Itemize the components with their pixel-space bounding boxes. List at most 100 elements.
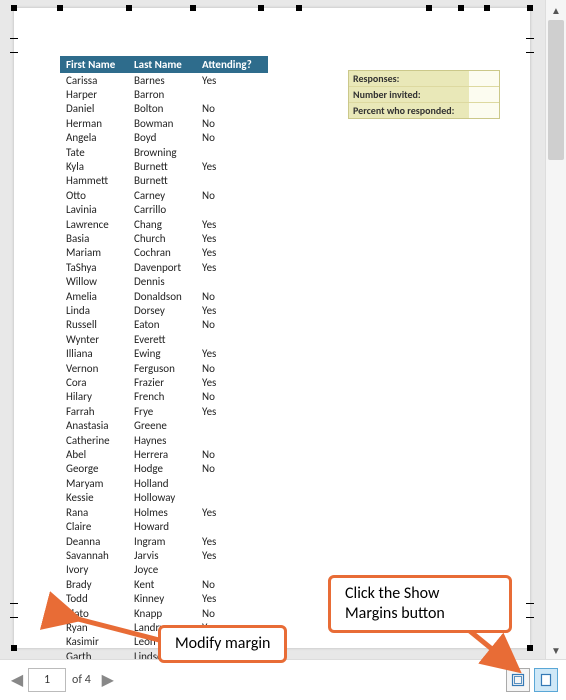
column-handle-top[interactable] xyxy=(458,5,464,11)
margin-handle-corner[interactable] xyxy=(527,645,533,651)
table-row: CoraFrazierYes xyxy=(60,376,268,390)
cell-attending: No xyxy=(196,462,268,476)
data-table-area: First Name Last Name Attending? CarissaB… xyxy=(60,56,268,660)
margin-handle-corner[interactable] xyxy=(11,645,17,651)
column-handle-top[interactable] xyxy=(258,5,264,11)
callout-show-margins: Click the ShowMargins button xyxy=(328,575,512,633)
table-row: HarperBarron xyxy=(60,87,268,101)
arrow-modify-margin xyxy=(64,608,164,648)
cell-last: Haynes xyxy=(128,433,196,447)
table-row: OttoCarneyNo xyxy=(60,188,268,202)
scroll-down-icon[interactable]: ▼ xyxy=(546,640,566,660)
cell-attending: Yes xyxy=(196,592,268,606)
zoom-to-page-button[interactable] xyxy=(534,668,558,692)
next-page-button[interactable]: ▶ xyxy=(97,670,119,690)
cell-attending xyxy=(196,174,268,188)
vertical-scrollbar[interactable]: ▲ ▼ xyxy=(545,0,566,660)
col-header-first: First Name xyxy=(60,56,128,73)
cell-first: Hilary xyxy=(60,390,128,404)
table-row: AmeliaDonaldsonNo xyxy=(60,289,268,303)
table-row: LaviniaCarrillo xyxy=(60,203,268,217)
table-row: CarissaBarnesYes xyxy=(60,73,268,87)
cell-last: Greene xyxy=(128,419,196,433)
table-row: HermanBowmanNo xyxy=(60,116,268,130)
cell-last: Barron xyxy=(128,87,196,101)
col-header-attending: Attending? xyxy=(196,56,268,73)
table-row: VernonFergusonNo xyxy=(60,361,268,375)
scroll-track[interactable] xyxy=(548,20,564,640)
margin-handle-right[interactable] xyxy=(526,38,534,39)
table-row: BradyKentNo xyxy=(60,577,268,591)
margin-handle-top[interactable] xyxy=(57,5,63,11)
table-row: KessieHolloway xyxy=(60,491,268,505)
cell-first: Herman xyxy=(60,116,128,130)
column-handle-top[interactable] xyxy=(296,5,302,11)
margin-handle-corner[interactable] xyxy=(11,5,17,11)
cell-attending: Yes xyxy=(196,304,268,318)
cell-first: Lavinia xyxy=(60,203,128,217)
cell-first: Ivory xyxy=(60,563,128,577)
cell-last: Donaldson xyxy=(128,289,196,303)
cell-attending: Yes xyxy=(196,246,268,260)
table-row: HammettBurnett xyxy=(60,174,268,188)
cell-last: Herrera xyxy=(128,448,196,462)
margin-handle-left[interactable] xyxy=(10,603,18,604)
page-number-input[interactable]: 1 xyxy=(28,668,66,692)
column-handle-top[interactable] xyxy=(426,5,432,11)
margin-handle-left[interactable] xyxy=(10,38,18,39)
table-row: AnastasiaGreene xyxy=(60,419,268,433)
cell-first: Angela xyxy=(60,131,128,145)
cell-attending xyxy=(196,203,268,217)
table-row: DeannaIngramYes xyxy=(60,534,268,548)
cell-first: Willow xyxy=(60,275,128,289)
scroll-up-icon[interactable]: ▲ xyxy=(546,0,566,20)
table-row: TaShyaDavenportYes xyxy=(60,260,268,274)
cell-first: Illiana xyxy=(60,347,128,361)
column-handle-top[interactable] xyxy=(190,5,196,11)
cell-attending: Yes xyxy=(196,217,268,231)
cell-last: Everett xyxy=(128,332,196,346)
margin-handle-right[interactable] xyxy=(526,52,534,53)
cell-first: Todd xyxy=(60,592,128,606)
margin-handle-right[interactable] xyxy=(526,603,534,604)
margin-handle-corner[interactable] xyxy=(527,5,533,11)
cell-last: Ferguson xyxy=(128,361,196,375)
table-row: CatherineHaynes xyxy=(60,433,268,447)
table-row: WillowDennis xyxy=(60,275,268,289)
table-row: WynterEverett xyxy=(60,332,268,346)
callout-modify-margin: Modify margin xyxy=(158,625,287,663)
cell-attending: No xyxy=(196,390,268,404)
margin-handle-right[interactable] xyxy=(526,617,534,618)
cell-last: Cochran xyxy=(128,246,196,260)
table-row: DanielBoltonNo xyxy=(60,102,268,116)
cell-attending: Yes xyxy=(196,73,268,87)
cell-last: Hodge xyxy=(128,462,196,476)
cell-last: Dorsey xyxy=(128,304,196,318)
column-handle-top[interactable] xyxy=(126,5,132,11)
cell-attending: No xyxy=(196,318,268,332)
cell-attending xyxy=(196,419,268,433)
cell-last: Carney xyxy=(128,188,196,202)
cell-first: TaShya xyxy=(60,260,128,274)
callout-show-margins-text: Click the ShowMargins button xyxy=(345,584,445,623)
cell-first: Cora xyxy=(60,376,128,390)
invited-value xyxy=(469,87,499,102)
cell-first: Catherine xyxy=(60,433,128,447)
cell-last: Jarvis xyxy=(128,548,196,562)
cell-attending xyxy=(196,87,268,101)
cell-attending xyxy=(196,275,268,289)
margin-handle-top[interactable] xyxy=(484,5,490,11)
cell-attending xyxy=(196,433,268,447)
prev-page-button[interactable]: ◀ xyxy=(6,670,28,690)
margins-icon xyxy=(511,673,525,687)
cell-last: Barnes xyxy=(128,73,196,87)
cell-first: Russell xyxy=(60,318,128,332)
scroll-thumb[interactable] xyxy=(548,20,564,160)
margin-handle-left[interactable] xyxy=(10,52,18,53)
cell-attending xyxy=(196,332,268,346)
table-row: RussellEatonNo xyxy=(60,318,268,332)
cell-first: Vernon xyxy=(60,361,128,375)
margin-handle-left[interactable] xyxy=(10,617,18,618)
cell-last: Holloway xyxy=(128,491,196,505)
responses-box: Responses: Number invited: Percent who r… xyxy=(348,70,500,119)
